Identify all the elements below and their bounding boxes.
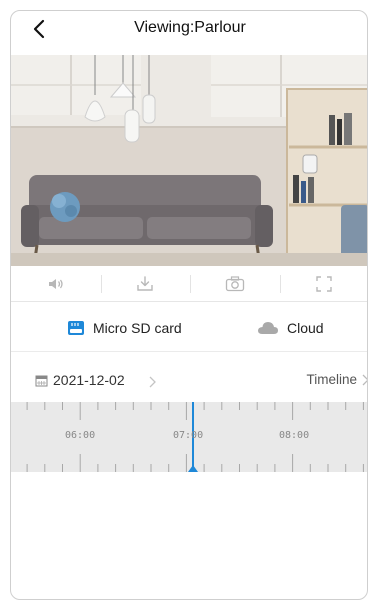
date-row: 2021-12-02 Timeline — [11, 366, 367, 396]
player-controls — [11, 266, 368, 302]
tab-micro-sd-card[interactable]: Micro SD card — [67, 320, 182, 336]
date-value: 2021-12-02 — [53, 372, 125, 388]
app-frame: Viewing:Parlour Micro SD card Cloud 2021… — [10, 10, 368, 600]
timeline-label: 06:00 — [65, 430, 96, 441]
sd-card-icon — [68, 321, 84, 335]
download-button[interactable] — [100, 266, 191, 301]
page-title: Viewing:Parlour — [134, 19, 246, 36]
camera-feed[interactable] — [11, 55, 367, 266]
timeline-link-label: Timeline — [306, 372, 357, 387]
camera-feed-image — [11, 55, 367, 266]
download-icon — [137, 275, 153, 291]
timeline-playhead-marker — [188, 465, 198, 472]
timeline-link[interactable]: Timeline — [306, 372, 367, 387]
calendar-icon — [35, 375, 48, 386]
fullscreen-icon — [316, 275, 332, 292]
date-picker[interactable]: 2021-12-02 — [35, 372, 125, 388]
tab-cloud-label: Cloud — [287, 320, 324, 336]
next-date-button[interactable] — [148, 375, 156, 393]
snapshot-button[interactable] — [190, 266, 280, 301]
cloud-icon — [258, 322, 278, 334]
timeline-label: 07:00 — [173, 430, 204, 441]
storage-source-tabs: Micro SD card Cloud — [11, 308, 367, 352]
volume-button[interactable] — [11, 266, 101, 301]
chevron-right-icon — [362, 374, 367, 385]
tab-micro-sd-card-label: Micro SD card — [93, 320, 182, 336]
volume-icon — [48, 278, 63, 289]
playback-timeline[interactable]: 06:00 07:00 08:00 — [11, 402, 367, 472]
camera-icon — [225, 275, 244, 291]
tab-cloud[interactable]: Cloud — [257, 320, 324, 336]
header-bar: Viewing:Parlour — [11, 11, 367, 45]
chevron-right-icon — [149, 376, 156, 388]
fullscreen-button[interactable] — [279, 266, 368, 301]
timeline-label: 08:00 — [279, 430, 310, 441]
